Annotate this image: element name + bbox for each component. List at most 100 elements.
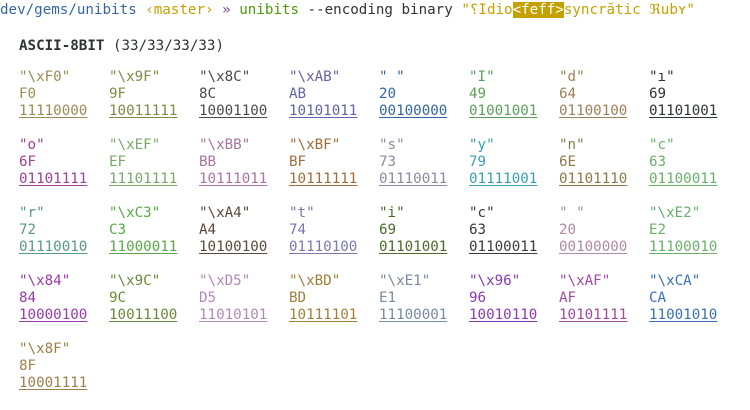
byte-char: "I" bbox=[469, 69, 495, 85]
byte-cell: "\xC3" C3 11000011 bbox=[109, 205, 199, 273]
byte-cell: "\x9C" 9C 10011100 bbox=[109, 273, 199, 341]
byte-hex: EF bbox=[109, 154, 127, 170]
byte-char: "ı" bbox=[649, 69, 675, 85]
prompt-path: dev/gems/unibits bbox=[0, 2, 137, 18]
byte-cell: " " 20 00100000 bbox=[559, 205, 649, 273]
encoding-header: ASCII-8BIT (33/33/33/33) bbox=[19, 38, 224, 55]
byte-binary: 01101111 bbox=[19, 171, 88, 187]
byte-cell: "i" 69 01101001 bbox=[379, 205, 469, 273]
byte-hex: BF bbox=[289, 154, 307, 170]
encoding-counts: (33/33/33/33) bbox=[112, 38, 225, 54]
byte-char: "c" bbox=[649, 137, 675, 153]
byte-binary: 10101111 bbox=[559, 307, 628, 323]
byte-char: "\xE2" bbox=[649, 205, 701, 221]
byte-binary: 11100001 bbox=[379, 307, 448, 323]
byte-hex: 64 bbox=[559, 86, 577, 102]
byte-char: "\xD5" bbox=[199, 273, 251, 289]
byte-hex: 63 bbox=[469, 222, 487, 238]
prompt-arguments: --encoding binary bbox=[307, 2, 453, 18]
byte-grid: "\xF0" F0 11110000 "\x9F" 9F 10011111 "\x8C" 8C… bbox=[19, 69, 739, 409]
byte-char: "t" bbox=[289, 205, 315, 221]
byte-cell: "\xAB" AB 10101011 bbox=[289, 69, 379, 137]
byte-hex: 63 bbox=[649, 154, 667, 170]
byte-cell: "\xAF" AF 10101111 bbox=[559, 273, 649, 341]
byte-binary: 10100100 bbox=[199, 239, 268, 255]
byte-char: "\xAB" bbox=[289, 69, 341, 85]
byte-char: "d" bbox=[559, 69, 585, 85]
byte-cell: "\xBD" BD 10111101 bbox=[289, 273, 379, 341]
byte-binary: 01110100 bbox=[289, 239, 358, 255]
byte-char: "\x8F" bbox=[19, 341, 71, 357]
byte-cell: "c" 63 01100011 bbox=[469, 205, 559, 273]
byte-binary: 10001111 bbox=[19, 375, 88, 391]
byte-cell: "\x96" 96 10010110 bbox=[469, 273, 559, 341]
byte-char: "\x96" bbox=[469, 273, 521, 289]
byte-cell: "\xBB" BB 10111011 bbox=[199, 137, 289, 205]
byte-cell: "\xBF" BF 10111111 bbox=[289, 137, 379, 205]
byte-char: "\xBD" bbox=[289, 273, 341, 289]
byte-binary: 10011111 bbox=[109, 103, 178, 119]
byte-char: "\xF0" bbox=[19, 69, 71, 85]
byte-char: "c" bbox=[469, 205, 495, 221]
byte-cell: "\xA4" A4 10100100 bbox=[199, 205, 289, 273]
byte-binary: 01100011 bbox=[469, 239, 538, 255]
byte-binary: 11000011 bbox=[109, 239, 178, 255]
byte-binary: 10011100 bbox=[109, 307, 178, 323]
byte-cell: "c" 63 01100011 bbox=[649, 137, 739, 205]
byte-char: "\xCA" bbox=[649, 273, 701, 289]
byte-char: "\x84" bbox=[19, 273, 71, 289]
byte-binary: 10111111 bbox=[289, 171, 358, 187]
byte-char: "\xC3" bbox=[109, 205, 161, 221]
byte-char: " " bbox=[379, 69, 405, 85]
byte-cell: "I" 49 01001001 bbox=[469, 69, 559, 137]
byte-char: "\xA4" bbox=[199, 205, 251, 221]
byte-hex: 20 bbox=[559, 222, 577, 238]
byte-binary: 01101001 bbox=[379, 239, 448, 255]
byte-hex: AF bbox=[559, 290, 577, 306]
byte-binary: 01100011 bbox=[649, 171, 718, 187]
byte-hex: D5 bbox=[199, 290, 217, 306]
byte-cell: "\x9F" 9F 10011111 bbox=[109, 69, 199, 137]
byte-hex: 96 bbox=[469, 290, 487, 306]
byte-hex: A4 bbox=[199, 222, 217, 238]
byte-char: "\x9F" bbox=[109, 69, 161, 85]
byte-cell: "n" 6E 01101110 bbox=[559, 137, 649, 205]
byte-hex: 74 bbox=[289, 222, 307, 238]
byte-binary: 11101111 bbox=[109, 171, 178, 187]
byte-hex: C3 bbox=[109, 222, 127, 238]
prompt-string-part1: ⸮Idio bbox=[469, 2, 513, 18]
byte-cell: "r" 72 01110010 bbox=[19, 205, 109, 273]
byte-cell: "y" 79 01111001 bbox=[469, 137, 559, 205]
byte-hex: BB bbox=[199, 154, 217, 170]
byte-hex: 72 bbox=[19, 222, 37, 238]
byte-char: "\xEF" bbox=[109, 137, 161, 153]
byte-cell: "s" 73 01110011 bbox=[379, 137, 469, 205]
byte-cell: "\x84" 84 10000100 bbox=[19, 273, 109, 341]
prompt-bom-marker: <feff> bbox=[512, 2, 564, 18]
byte-cell: "\x8F" 8F 10001111 bbox=[19, 341, 109, 409]
byte-hex: AB bbox=[289, 86, 307, 102]
byte-binary: 10111011 bbox=[199, 171, 268, 187]
byte-hex: BD bbox=[289, 290, 307, 306]
byte-char: "o" bbox=[19, 137, 45, 153]
byte-cell: "o" 6F 01101111 bbox=[19, 137, 109, 205]
byte-hex: 84 bbox=[19, 290, 37, 306]
terminal-window[interactable]: dev/gems/unibits ‹master› » unibits --en… bbox=[0, 0, 750, 410]
byte-binary: 11100010 bbox=[649, 239, 718, 255]
byte-binary: 01001001 bbox=[469, 103, 538, 119]
byte-binary: 10000100 bbox=[19, 307, 88, 323]
byte-binary: 10001100 bbox=[199, 103, 268, 119]
byte-char: " " bbox=[559, 205, 585, 221]
byte-cell: " " 20 00100000 bbox=[379, 69, 469, 137]
byte-cell: "t" 74 01110100 bbox=[289, 205, 379, 273]
byte-binary: 01101110 bbox=[559, 171, 628, 187]
byte-cell: "\xE2" E2 11100010 bbox=[649, 205, 739, 273]
byte-hex: 9F bbox=[109, 86, 127, 102]
byte-char: "\xE1" bbox=[379, 273, 431, 289]
byte-cell: "\x8C" 8C 10001100 bbox=[199, 69, 289, 137]
byte-hex: 9C bbox=[109, 290, 127, 306]
byte-hex: 49 bbox=[469, 86, 487, 102]
byte-binary: 00100000 bbox=[559, 239, 628, 255]
byte-hex: CA bbox=[649, 290, 667, 306]
encoding-name: ASCII-8BIT bbox=[19, 38, 105, 54]
